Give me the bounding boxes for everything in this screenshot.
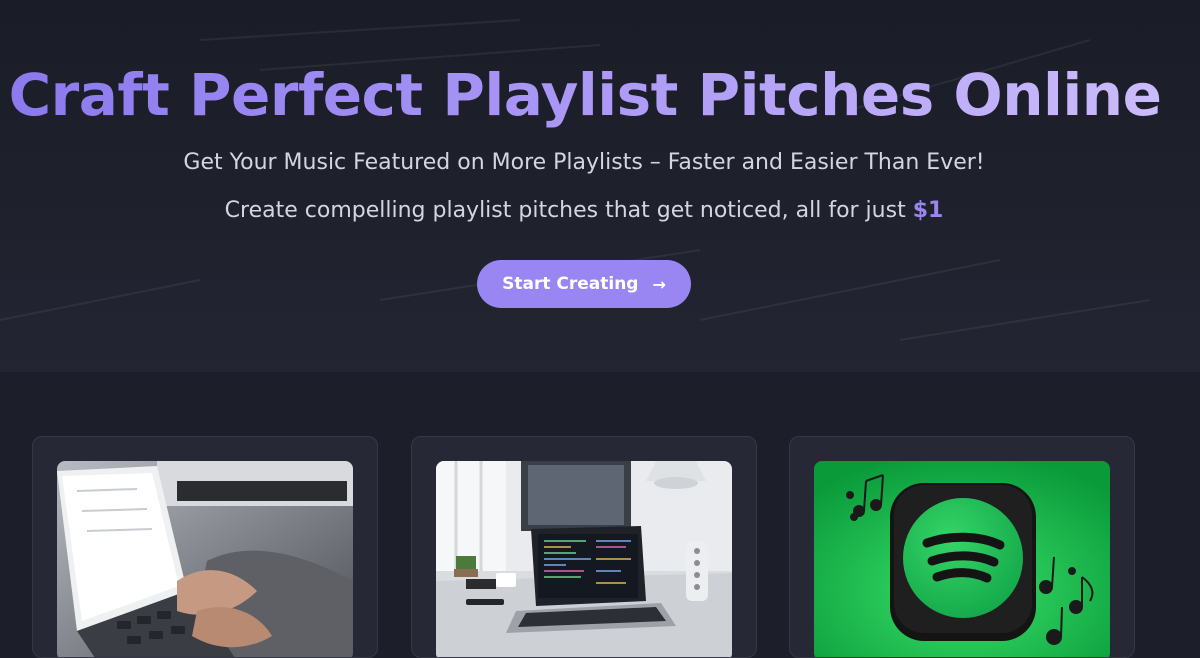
hero-title: Craft Perfect Playlist Pitches Online [0, 62, 1170, 128]
laptop-typing-photo [57, 461, 353, 657]
spotify-logo-music-notes-image [814, 461, 1110, 657]
tagline-text: Create compelling playlist pitches that … [224, 198, 913, 223]
feature-card-3[interactable] [789, 436, 1135, 658]
feature-card-1[interactable] [32, 436, 378, 658]
hero-section: Craft Perfect Playlist Pitches Online Ge… [0, 0, 1200, 372]
hero-subtitle: Get Your Music Featured on More Playlist… [183, 150, 985, 175]
laptop-desk-code-photo [436, 461, 732, 657]
feature-card-2[interactable] [411, 436, 757, 658]
price-highlight: $1 [912, 198, 944, 223]
arrow-right-icon: → [652, 274, 666, 294]
hero-tagline: Create compelling playlist pitches that … [0, 196, 1168, 226]
start-creating-label: Start Creating [502, 274, 639, 294]
hero-background-texture [0, 19, 1151, 341]
start-creating-button[interactable]: Start Creating → [477, 260, 691, 308]
